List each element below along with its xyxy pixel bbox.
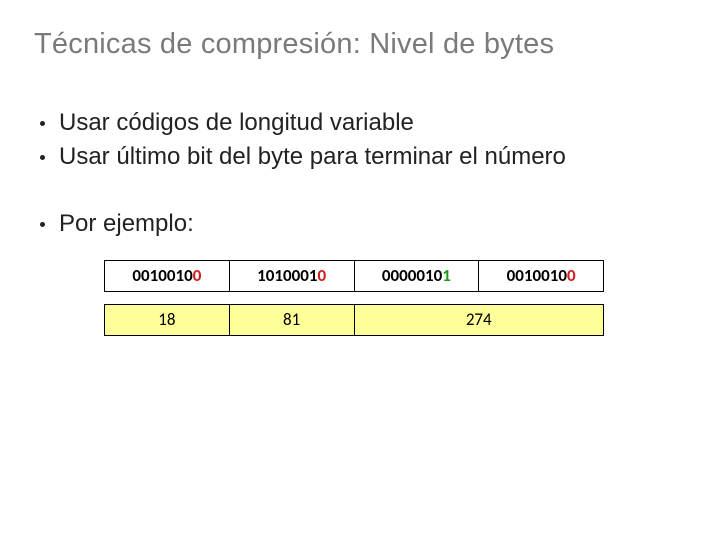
byte-table: 00100100 10100010 00000101 00100100 <box>104 260 604 292</box>
byte-last-bit: 0 <box>317 265 326 286</box>
byte-prefix: 0010010 <box>507 265 567 286</box>
byte-prefix: 0010010 <box>132 265 192 286</box>
number-cell: 18 <box>105 305 230 336</box>
byte-last-bit: 1 <box>442 265 451 286</box>
bullet-list: Usar códigos de longitud variable Usar ú… <box>34 107 686 240</box>
bullet-item: Usar códigos de longitud variable <box>34 107 686 139</box>
bullet-dot-icon <box>40 222 45 227</box>
slide: Técnicas de compresión: Nivel de bytes U… <box>0 0 720 540</box>
byte-last-bit: 0 <box>567 265 576 286</box>
byte-cell: 10100010 <box>229 261 354 292</box>
byte-prefix: 1010001 <box>257 265 317 286</box>
number-cell: 274 <box>354 305 604 336</box>
byte-prefix: 0000010 <box>382 265 442 286</box>
number-cell: 81 <box>229 305 354 336</box>
bullet-text: Por ejemplo: <box>59 208 686 240</box>
bullet-text: Usar último bit del byte para terminar e… <box>59 141 686 173</box>
bullet-item: Usar último bit del byte para terminar e… <box>34 141 686 173</box>
page-title: Técnicas de compresión: Nivel de bytes <box>34 28 686 61</box>
bullet-dot-icon <box>40 155 45 160</box>
byte-cell: 00100100 <box>105 261 230 292</box>
bullet-item: Por ejemplo: <box>34 208 686 240</box>
example-tables: 00100100 10100010 00000101 00100100 <box>104 260 604 336</box>
byte-cell: 00000101 <box>354 261 479 292</box>
table-row: 18 81 274 <box>105 305 604 336</box>
byte-cell: 00100100 <box>479 261 604 292</box>
byte-last-bit: 0 <box>193 265 202 286</box>
table-row: 00100100 10100010 00000101 00100100 <box>105 261 604 292</box>
bullet-text: Usar códigos de longitud variable <box>59 107 686 139</box>
bullet-dot-icon <box>40 121 45 126</box>
number-table: 18 81 274 <box>104 304 604 336</box>
